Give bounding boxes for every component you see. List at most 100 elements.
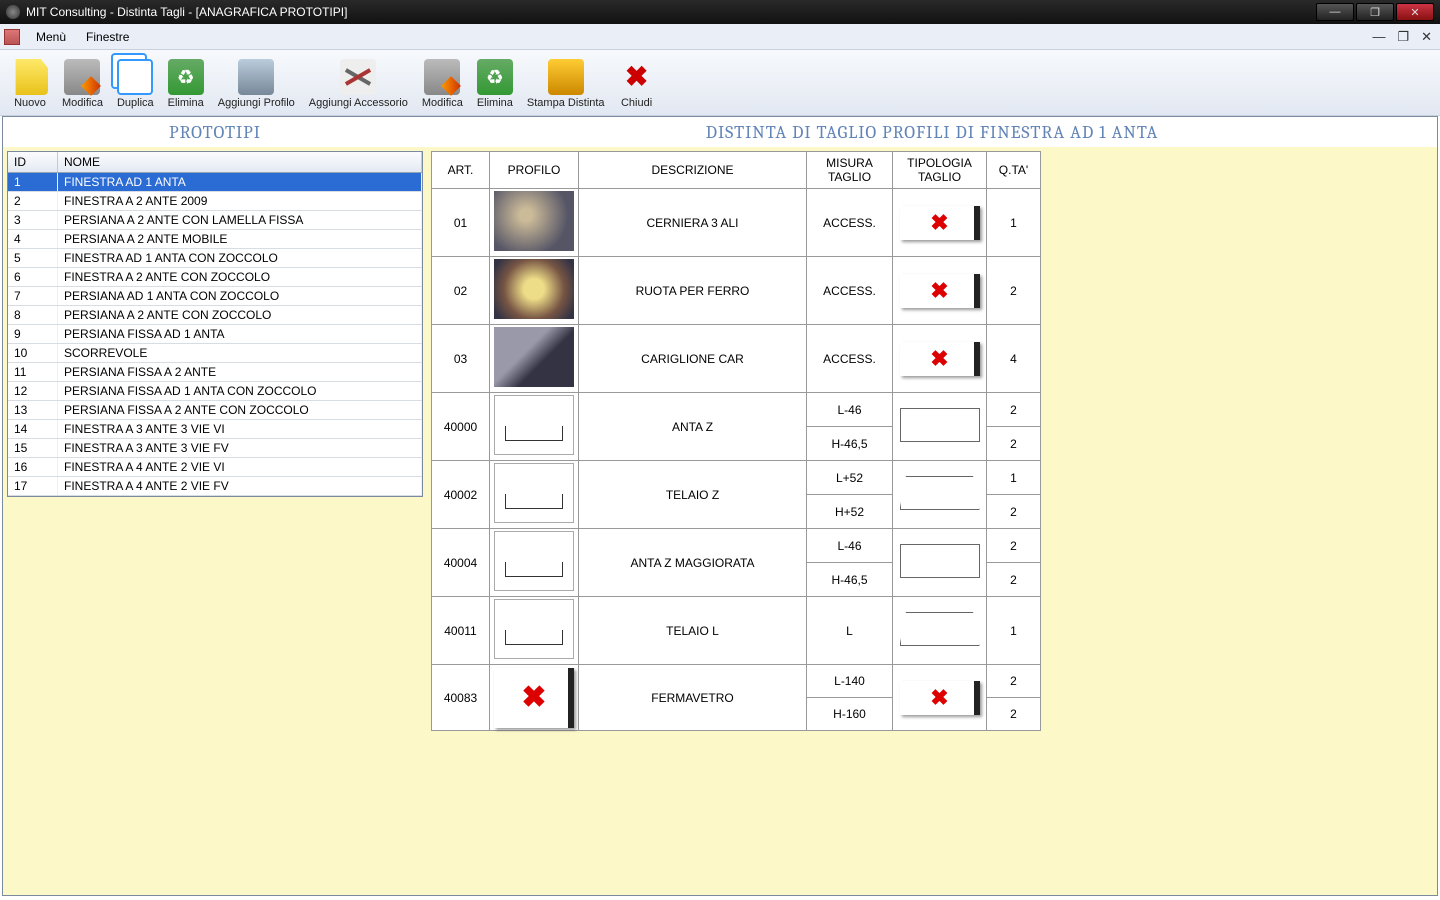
cell-descrizione: CERNIERA 3 ALI bbox=[579, 189, 807, 257]
window-minimize-button[interactable]: — bbox=[1316, 3, 1354, 21]
table-row[interactable]: 5FINESTRA AD 1 ANTA CON ZOCCOLO bbox=[8, 249, 422, 268]
cut-type-icon bbox=[900, 544, 980, 578]
cell-art: 40083 bbox=[432, 665, 490, 731]
col-header-qta[interactable]: Q.TA' bbox=[987, 152, 1041, 189]
cell-descrizione: ANTA Z bbox=[579, 393, 807, 461]
window-maximize-button[interactable]: ❐ bbox=[1356, 3, 1394, 21]
toolbar: Nuovo Modifica Duplica Elimina Aggiungi … bbox=[0, 50, 1440, 116]
col-header-descrizione[interactable]: DESCRIZIONE bbox=[579, 152, 807, 189]
col-header-nome[interactable]: NOME bbox=[58, 152, 422, 172]
cell-nome: PERSIANA FISSA A 2 ANTE CON ZOCCOLO bbox=[58, 401, 422, 419]
table-row[interactable]: 1FINESTRA AD 1 ANTA bbox=[8, 173, 422, 192]
cell-art: 40000 bbox=[432, 393, 490, 461]
table-row[interactable]: 40000ANTA ZL-462 bbox=[432, 393, 1041, 427]
cut-type-icon bbox=[900, 612, 980, 646]
cell-profilo bbox=[490, 393, 579, 461]
cell-tipologia bbox=[893, 189, 987, 257]
table-row[interactable]: 40083FERMAVETROL-1402 bbox=[432, 665, 1041, 698]
cell-descrizione: CARIGLIONE CAR bbox=[579, 325, 807, 393]
cell-tipologia bbox=[893, 393, 987, 461]
cell-misura: H+52 bbox=[807, 495, 893, 529]
col-header-art[interactable]: ART. bbox=[432, 152, 490, 189]
close-icon bbox=[619, 59, 655, 95]
form-icon bbox=[4, 29, 20, 45]
cell-id: 7 bbox=[8, 287, 58, 305]
table-row[interactable]: 12PERSIANA FISSA AD 1 ANTA CON ZOCCOLO bbox=[8, 382, 422, 401]
cell-art: 40002 bbox=[432, 461, 490, 529]
table-row[interactable]: 16FINESTRA A 4 ANTE 2 VIE VI bbox=[8, 458, 422, 477]
cell-id: 5 bbox=[8, 249, 58, 267]
mdi-close-button[interactable]: ✕ bbox=[1417, 29, 1436, 45]
modifica2-button[interactable]: Modifica bbox=[416, 57, 469, 111]
elimina2-button[interactable]: Elimina bbox=[471, 57, 519, 111]
table-row[interactable]: 10SCORREVOLE bbox=[8, 344, 422, 363]
cell-misura: H-46,5 bbox=[807, 427, 893, 461]
profile-thumbnail bbox=[494, 463, 574, 523]
cell-art: 03 bbox=[432, 325, 490, 393]
cell-nome: PERSIANA A 2 ANTE MOBILE bbox=[58, 230, 422, 248]
cell-qta: 1 bbox=[987, 597, 1041, 665]
window-close-button[interactable]: ✕ bbox=[1396, 3, 1434, 21]
cell-id: 1 bbox=[8, 173, 58, 191]
col-header-profilo[interactable]: PROFILO bbox=[490, 152, 579, 189]
cell-qta: 2 bbox=[987, 563, 1041, 597]
table-row[interactable]: 2FINESTRA A 2 ANTE 2009 bbox=[8, 192, 422, 211]
table-row[interactable]: 40004ANTA Z MAGGIORATAL-462 bbox=[432, 529, 1041, 563]
cell-id: 17 bbox=[8, 477, 58, 495]
cell-descrizione: FERMAVETRO bbox=[579, 665, 807, 731]
table-row[interactable]: 03CARIGLIONE CARACCESS.4 bbox=[432, 325, 1041, 393]
cell-nome: FINESTRA A 3 ANTE 3 VIE VI bbox=[58, 420, 422, 438]
cell-qta: 2 bbox=[987, 427, 1041, 461]
table-row[interactable]: 9PERSIANA FISSA AD 1 ANTA bbox=[8, 325, 422, 344]
table-row[interactable]: 02RUOTA PER FERROACCESS.2 bbox=[432, 257, 1041, 325]
distinta-grid[interactable]: ART. PROFILO DESCRIZIONE MISURA TAGLIO T… bbox=[431, 151, 1041, 731]
cell-tipologia bbox=[893, 597, 987, 665]
app-icon bbox=[6, 5, 20, 19]
chiudi-button[interactable]: Chiudi bbox=[613, 57, 661, 111]
table-row[interactable]: 01CERNIERA 3 ALIACCESS.1 bbox=[432, 189, 1041, 257]
table-row[interactable]: 40011TELAIO LL1 bbox=[432, 597, 1041, 665]
mdi-restore-button[interactable]: ❐ bbox=[1393, 29, 1413, 45]
table-row[interactable]: 4PERSIANA A 2 ANTE MOBILE bbox=[8, 230, 422, 249]
cell-misura: L+52 bbox=[807, 461, 893, 495]
cell-misura: ACCESS. bbox=[807, 189, 893, 257]
prototipi-grid[interactable]: ID NOME 1FINESTRA AD 1 ANTA2FINESTRA A 2… bbox=[7, 151, 423, 497]
aggiungi-profilo-button[interactable]: Aggiungi Profilo bbox=[212, 57, 301, 111]
prototipi-title: PROTOTIPI bbox=[3, 117, 427, 147]
table-row[interactable]: 17FINESTRA A 4 ANTE 2 VIE FV bbox=[8, 477, 422, 496]
cut-type-icon bbox=[900, 274, 980, 308]
table-row[interactable]: 6FINESTRA A 2 ANTE CON ZOCCOLO bbox=[8, 268, 422, 287]
cell-tipologia bbox=[893, 529, 987, 597]
col-header-tipologia[interactable]: TIPOLOGIA TAGLIO bbox=[893, 152, 987, 189]
col-header-id[interactable]: ID bbox=[8, 152, 58, 172]
table-row[interactable]: 13PERSIANA FISSA A 2 ANTE CON ZOCCOLO bbox=[8, 401, 422, 420]
aggiungi-accessorio-button[interactable]: Aggiungi Accessorio bbox=[303, 57, 414, 111]
table-row[interactable]: 11PERSIANA FISSA A 2 ANTE bbox=[8, 363, 422, 382]
cell-descrizione: ANTA Z MAGGIORATA bbox=[579, 529, 807, 597]
cell-art: 40004 bbox=[432, 529, 490, 597]
modifica-button[interactable]: Modifica bbox=[56, 57, 109, 111]
stampa-button[interactable]: Stampa Distinta bbox=[521, 57, 611, 111]
cell-id: 11 bbox=[8, 363, 58, 381]
elimina-button[interactable]: Elimina bbox=[162, 57, 210, 111]
cell-id: 2 bbox=[8, 192, 58, 210]
profile-thumbnail bbox=[494, 259, 574, 319]
cell-qta: 2 bbox=[987, 529, 1041, 563]
table-row[interactable]: 40002TELAIO ZL+521 bbox=[432, 461, 1041, 495]
cell-tipologia bbox=[893, 665, 987, 731]
col-header-misura[interactable]: MISURA TAGLIO bbox=[807, 152, 893, 189]
table-row[interactable]: 7PERSIANA AD 1 ANTA CON ZOCCOLO bbox=[8, 287, 422, 306]
menu-finestre[interactable]: Finestre bbox=[78, 28, 137, 46]
table-row[interactable]: 8PERSIANA A 2 ANTE CON ZOCCOLO bbox=[8, 306, 422, 325]
modifica2-label: Modifica bbox=[422, 97, 463, 109]
table-row[interactable]: 14FINESTRA A 3 ANTE 3 VIE VI bbox=[8, 420, 422, 439]
mdi-minimize-button[interactable]: — bbox=[1368, 29, 1389, 44]
nuovo-button[interactable]: Nuovo bbox=[6, 57, 54, 111]
aggiungi-accessorio-label: Aggiungi Accessorio bbox=[309, 97, 408, 109]
cell-misura: ACCESS. bbox=[807, 257, 893, 325]
duplica-button[interactable]: Duplica bbox=[111, 57, 160, 111]
table-row[interactable]: 15FINESTRA A 3 ANTE 3 VIE FV bbox=[8, 439, 422, 458]
menu-menu[interactable]: Menù bbox=[28, 28, 74, 46]
table-row[interactable]: 3PERSIANA A 2 ANTE CON LAMELLA FISSA bbox=[8, 211, 422, 230]
profile-thumbnail bbox=[494, 531, 574, 591]
